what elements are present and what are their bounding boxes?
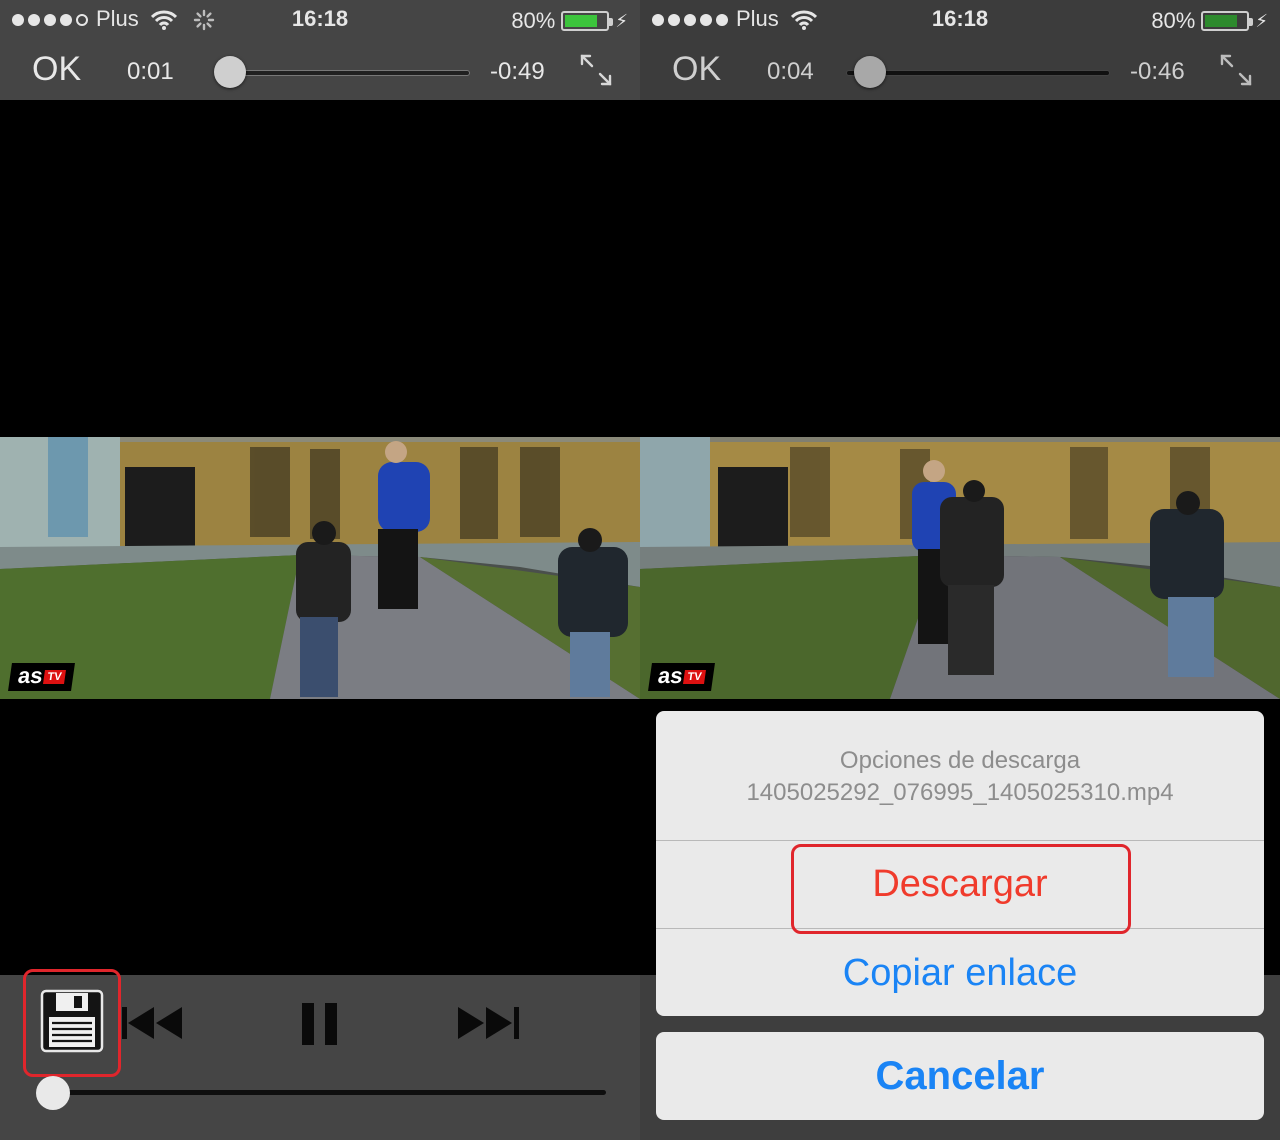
elapsed-time: 0:01 xyxy=(127,58,174,85)
remaining-time: -0:46 xyxy=(1130,58,1185,85)
sheet-filename: 1405025292_076995_1405025310.mp4 xyxy=(746,779,1174,806)
wifi-icon xyxy=(790,10,817,31)
top-control-bar: Plus 16:18 80% ⚡ OK 0:04 -0:46 xyxy=(640,0,1280,100)
status-battery: 80% ⚡ xyxy=(1151,8,1268,33)
skip-forward-icon[interactable] xyxy=(456,1005,522,1041)
top-control-bar: Plus 16:18 80% ⚡ OK 0:01 -0:49 xyxy=(0,0,640,100)
download-button[interactable]: Descargar xyxy=(656,841,1264,929)
copy-link-button[interactable]: Copiar enlace xyxy=(656,929,1264,1016)
as-tv-watermark: as TV xyxy=(648,663,715,691)
video-image xyxy=(640,437,1280,699)
top-scrubber-knob[interactable] xyxy=(854,56,887,88)
skip-back-icon[interactable] xyxy=(120,1005,184,1041)
expand-icon[interactable] xyxy=(578,52,614,88)
remaining-time: -0:49 xyxy=(490,58,545,85)
battery-icon xyxy=(1201,11,1254,31)
pause-icon[interactable] xyxy=(300,1001,340,1047)
charging-bolt-icon: ⚡ xyxy=(615,10,628,31)
signal-strength-icon xyxy=(12,14,88,27)
expand-icon[interactable] xyxy=(1218,52,1254,88)
download-options-sheet: Opciones de descarga 1405025292_076995_1… xyxy=(656,711,1264,1016)
activity-spinner-icon xyxy=(193,9,215,31)
left-screen: Plus 16:18 80% ⚡ OK 0:01 -0:49 as TV xyxy=(0,0,640,1140)
sheet-header: Opciones de descarga 1405025292_076995_1… xyxy=(656,711,1264,841)
video-frame[interactable]: as TV xyxy=(0,437,640,699)
status-carrier: Plus xyxy=(652,6,817,36)
status-carrier: Plus xyxy=(12,6,215,36)
top-scrubber-knob[interactable] xyxy=(213,56,246,88)
sheet-title: Opciones de descarga xyxy=(839,747,1081,774)
signal-strength-icon xyxy=(652,14,728,27)
as-tv-watermark: as TV xyxy=(8,663,75,691)
floppy-disk-save-icon[interactable] xyxy=(40,989,104,1053)
ok-button[interactable]: OK xyxy=(32,50,81,89)
elapsed-time: 0:04 xyxy=(767,58,814,85)
video-image xyxy=(0,437,640,699)
ok-button[interactable]: OK xyxy=(672,50,721,89)
cancel-button[interactable]: Cancelar xyxy=(656,1032,1264,1120)
top-scrubber[interactable] xyxy=(846,56,1110,88)
bottom-progress-track[interactable] xyxy=(52,1090,606,1095)
status-battery: 80% ⚡ xyxy=(511,8,628,33)
charging-bolt-icon: ⚡ xyxy=(1255,10,1268,31)
video-frame[interactable]: as TV xyxy=(640,437,1280,699)
bottom-progress-knob[interactable] xyxy=(36,1076,70,1110)
wifi-icon xyxy=(150,10,177,31)
right-screen: Plus 16:18 80% ⚡ OK 0:04 -0:46 as TV Opc… xyxy=(640,0,1280,1140)
bottom-control-bar xyxy=(0,969,640,1140)
top-scrubber[interactable] xyxy=(213,56,470,88)
battery-icon xyxy=(561,11,614,31)
